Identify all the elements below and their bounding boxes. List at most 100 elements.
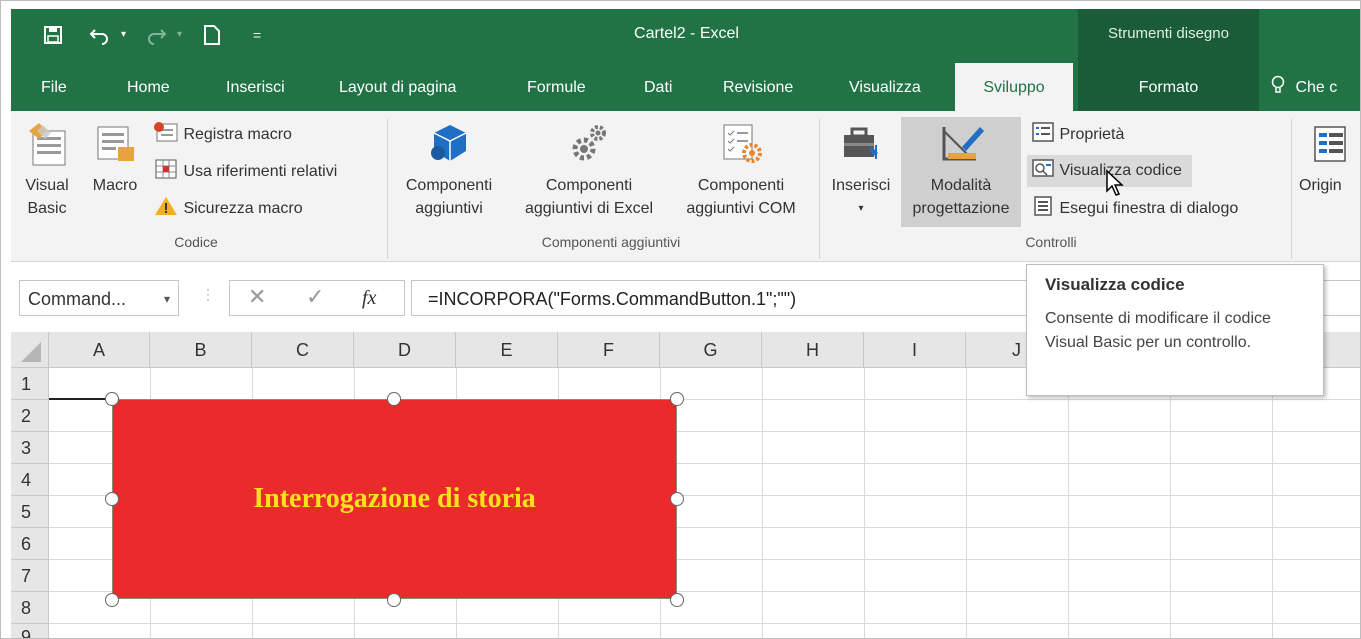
visual-basic-label: Visual — [25, 177, 69, 194]
tab-sviluppo[interactable]: Sviluppo — [955, 63, 1073, 112]
record-macro-icon — [153, 122, 179, 143]
resize-handle[interactable] — [105, 492, 119, 506]
componenti-excel-label-2: aggiuntivi di Excel — [524, 200, 654, 217]
column-header[interactable]: G — [660, 332, 762, 368]
tooltip-visualizza-codice: Visualizza codice Consente di modificare… — [1026, 264, 1324, 396]
name-box-value: Command... — [28, 289, 127, 309]
modalita-label: Modalità — [930, 177, 992, 194]
esegui-finestra-label: Esegui finestra di dialogo — [1059, 200, 1239, 217]
formula-buttons: ✕ ✓ fx — [229, 280, 405, 316]
origine-button[interactable]: Origin — [1299, 121, 1359, 197]
store-cube-icon — [426, 125, 472, 171]
macro-button[interactable]: Macro — [85, 121, 145, 197]
ribbon-sviluppo: Visual Basic Macro Registra macro Usa ri… — [11, 111, 1360, 262]
componenti-excel-label: Componenti — [545, 177, 633, 194]
componenti-com-label-2: aggiuntivi COM — [686, 200, 796, 217]
tab-home[interactable]: Home — [127, 63, 170, 111]
row-header[interactable]: 6 — [11, 528, 49, 560]
row-header[interactable]: 1 — [11, 368, 49, 400]
inserisci-label: Inserisci — [831, 177, 891, 194]
macro-label: Macro — [92, 177, 138, 194]
resize-handle[interactable] — [387, 593, 401, 607]
group-separator — [819, 119, 820, 259]
gears-icon — [566, 125, 612, 171]
design-mode-icon — [936, 127, 986, 171]
command-button-caption: Interrogazione di storia — [253, 483, 536, 514]
cancel-icon[interactable]: ✕ — [248, 284, 266, 310]
tab-formule[interactable]: Formule — [527, 63, 586, 111]
modalita-progettazione-button[interactable]: Modalità progettazione — [901, 117, 1021, 227]
proprieta-label: Proprietà — [1059, 126, 1125, 143]
componenti-aggiuntivi-button[interactable]: Componenti aggiuntivi — [393, 121, 505, 220]
tab-tell-me[interactable]: Che c — [1271, 63, 1337, 111]
usa-riferimenti-relativi-button[interactable]: Usa riferimenti relativi — [153, 156, 337, 188]
lightbulb-icon — [1271, 75, 1289, 96]
column-header[interactable]: I — [864, 332, 966, 368]
group-label-codice: Codice — [174, 234, 218, 250]
macro-icon — [92, 126, 138, 171]
modalita-label-2: progettazione — [912, 200, 1010, 217]
resize-handle[interactable] — [670, 593, 684, 607]
group-separator — [1291, 119, 1292, 259]
componenti-aggiuntivi-com-button[interactable]: Componenti aggiuntivi COM — [673, 121, 809, 220]
mouse-cursor-icon — [1105, 169, 1125, 202]
tab-inserisci[interactable]: Inserisci — [226, 63, 285, 111]
tooltip-title: Visualizza codice — [1045, 275, 1185, 294]
column-header[interactable]: C — [252, 332, 354, 368]
chevron-down-icon[interactable]: ▾ — [164, 281, 170, 317]
group-label-controlli: Controlli — [1025, 234, 1077, 250]
column-header[interactable]: F — [558, 332, 660, 368]
view-code-icon — [1031, 159, 1055, 179]
resize-handle[interactable] — [670, 492, 684, 506]
column-header[interactable]: H — [762, 332, 864, 368]
row-header[interactable]: 5 — [11, 496, 49, 528]
resize-handle[interactable] — [105, 392, 119, 406]
registra-macro-button[interactable]: Registra macro — [153, 119, 292, 151]
origine-label: Origin — [1299, 177, 1342, 194]
esegui-finestra-button[interactable]: Esegui finestra di dialogo — [1027, 193, 1244, 225]
dialog-icon — [1031, 196, 1055, 217]
contextual-group-label: Strumenti disegno — [1078, 9, 1259, 63]
relative-references-icon — [153, 159, 179, 180]
tooltip-description: Consente di modificare il codice Visual … — [1045, 310, 1271, 351]
ribbon-tabs: File Home Inserisci Layout di pagina For… — [11, 63, 1360, 112]
componenti-aggiuntivi-excel-button[interactable]: Componenti aggiuntivi di Excel — [509, 121, 669, 220]
row-header[interactable]: 4 — [11, 464, 49, 496]
tab-revisione[interactable]: Revisione — [723, 63, 793, 111]
xml-source-icon — [1307, 126, 1347, 171]
tab-visualizza[interactable]: Visualizza — [849, 63, 921, 111]
tab-formato[interactable]: Formato — [1078, 63, 1259, 111]
properties-icon — [1031, 122, 1055, 143]
column-header[interactable]: B — [150, 332, 252, 368]
resize-handle[interactable] — [387, 392, 401, 406]
column-header[interactable]: E — [456, 332, 558, 368]
tab-layout[interactable]: Layout di pagina — [339, 63, 456, 111]
command-button[interactable]: Interrogazione di storia — [112, 399, 677, 599]
visual-basic-button[interactable]: Visual Basic — [19, 121, 75, 220]
tab-file[interactable]: File — [41, 63, 67, 111]
group-separator — [387, 119, 388, 259]
componenti-com-label: Componenti — [697, 177, 785, 194]
name-box[interactable]: Command... ▾ — [19, 280, 179, 316]
registra-macro-label: Registra macro — [183, 126, 292, 143]
column-header[interactable]: A — [49, 332, 150, 368]
select-all-corner[interactable] — [11, 332, 49, 368]
row-header[interactable]: 7 — [11, 560, 49, 592]
row-header[interactable]: 2 — [11, 400, 49, 432]
row-header[interactable]: 8 — [11, 592, 49, 624]
resize-handle[interactable] — [105, 593, 119, 607]
column-header[interactable]: D — [354, 332, 456, 368]
row-header[interactable]: 9 — [11, 624, 49, 638]
resize-handle[interactable] — [670, 392, 684, 406]
visual-basic-icon — [25, 123, 69, 171]
enter-icon[interactable]: ✓ — [306, 284, 324, 310]
sicurezza-macro-button[interactable]: Sicurezza macro — [153, 193, 303, 225]
title-bar: ▾ ▾ = Cartel2 - Excel Strumenti disegno — [11, 9, 1360, 63]
insert-function-icon[interactable]: fx — [362, 287, 376, 310]
toolbox-icon — [838, 127, 884, 171]
inserisci-controllo-button[interactable]: Inserisci ▾ — [825, 121, 897, 220]
proprieta-button[interactable]: Proprietà — [1027, 119, 1130, 151]
row-header[interactable]: 3 — [11, 432, 49, 464]
tab-dati[interactable]: Dati — [644, 63, 672, 111]
visual-basic-label-2: Basic — [27, 200, 67, 217]
